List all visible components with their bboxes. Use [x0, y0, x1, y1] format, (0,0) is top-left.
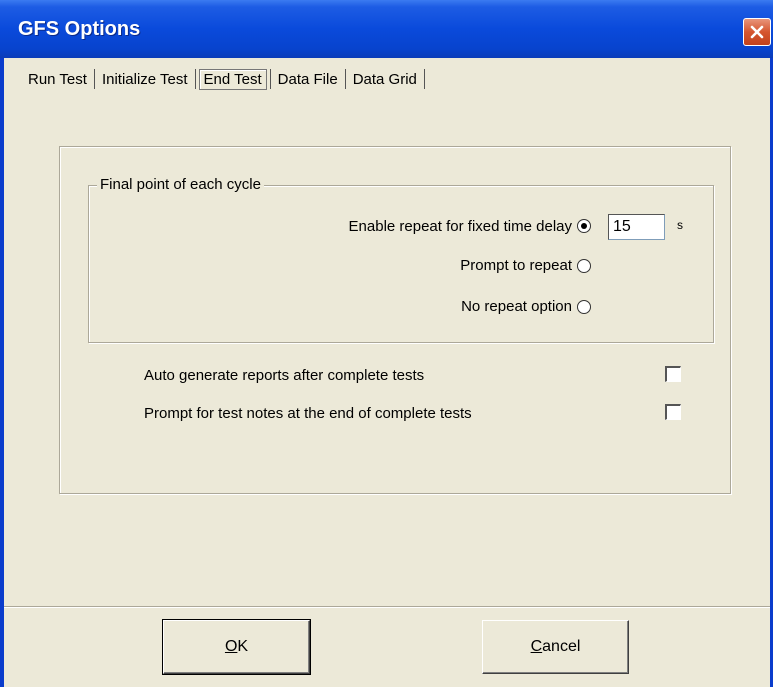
window-title: GFS Options [18, 18, 141, 40]
auto-generate-reports-label: Auto generate reports after complete tes… [144, 367, 425, 384]
cancel-button[interactable]: Cancel [482, 620, 629, 674]
tab-separator [194, 69, 196, 89]
tab-separator [93, 69, 95, 89]
ok-label: K [237, 638, 249, 655]
tab-data-grid[interactable]: Data Grid [349, 69, 421, 90]
prompt-test-notes-checkbox[interactable] [665, 404, 681, 420]
enable-repeat-radio[interactable] [577, 219, 591, 233]
cancel-mnemonic: C [530, 638, 543, 655]
close-icon [750, 25, 764, 39]
delay-unit-label: s [677, 218, 683, 232]
auto-generate-reports-checkbox[interactable] [665, 366, 681, 382]
tab-data-file[interactable]: Data File [274, 69, 342, 90]
tab-run-test[interactable]: Run Test [24, 69, 91, 90]
title-bar[interactable]: GFS Options [0, 0, 773, 58]
tab-separator [423, 69, 425, 89]
tab-separator [269, 69, 271, 89]
no-repeat-radio[interactable] [577, 300, 591, 314]
tab-separator [344, 69, 346, 89]
groupbox-legend: Final point of each cycle [97, 176, 264, 193]
prompt-repeat-label: Prompt to repeat [460, 257, 572, 274]
tab-initialize-test[interactable]: Initialize Test [98, 69, 192, 90]
final-point-groupbox [88, 185, 714, 343]
close-button[interactable] [743, 18, 771, 46]
enable-repeat-label: Enable repeat for fixed time delay [348, 218, 572, 235]
ok-button[interactable]: OK [162, 619, 311, 675]
tab-end-test[interactable]: End Test [198, 68, 267, 90]
footer-divider [4, 606, 770, 608]
ok-mnemonic: O [224, 638, 238, 655]
prompt-repeat-radio[interactable] [577, 259, 591, 273]
tab-strip: Run Test Initialize Test End Test Data F… [24, 66, 428, 92]
prompt-test-notes-label: Prompt for test notes at the end of comp… [144, 405, 472, 422]
cancel-label: ancel [542, 638, 581, 655]
delay-seconds-input[interactable] [608, 214, 665, 240]
no-repeat-label: No repeat option [461, 298, 572, 315]
